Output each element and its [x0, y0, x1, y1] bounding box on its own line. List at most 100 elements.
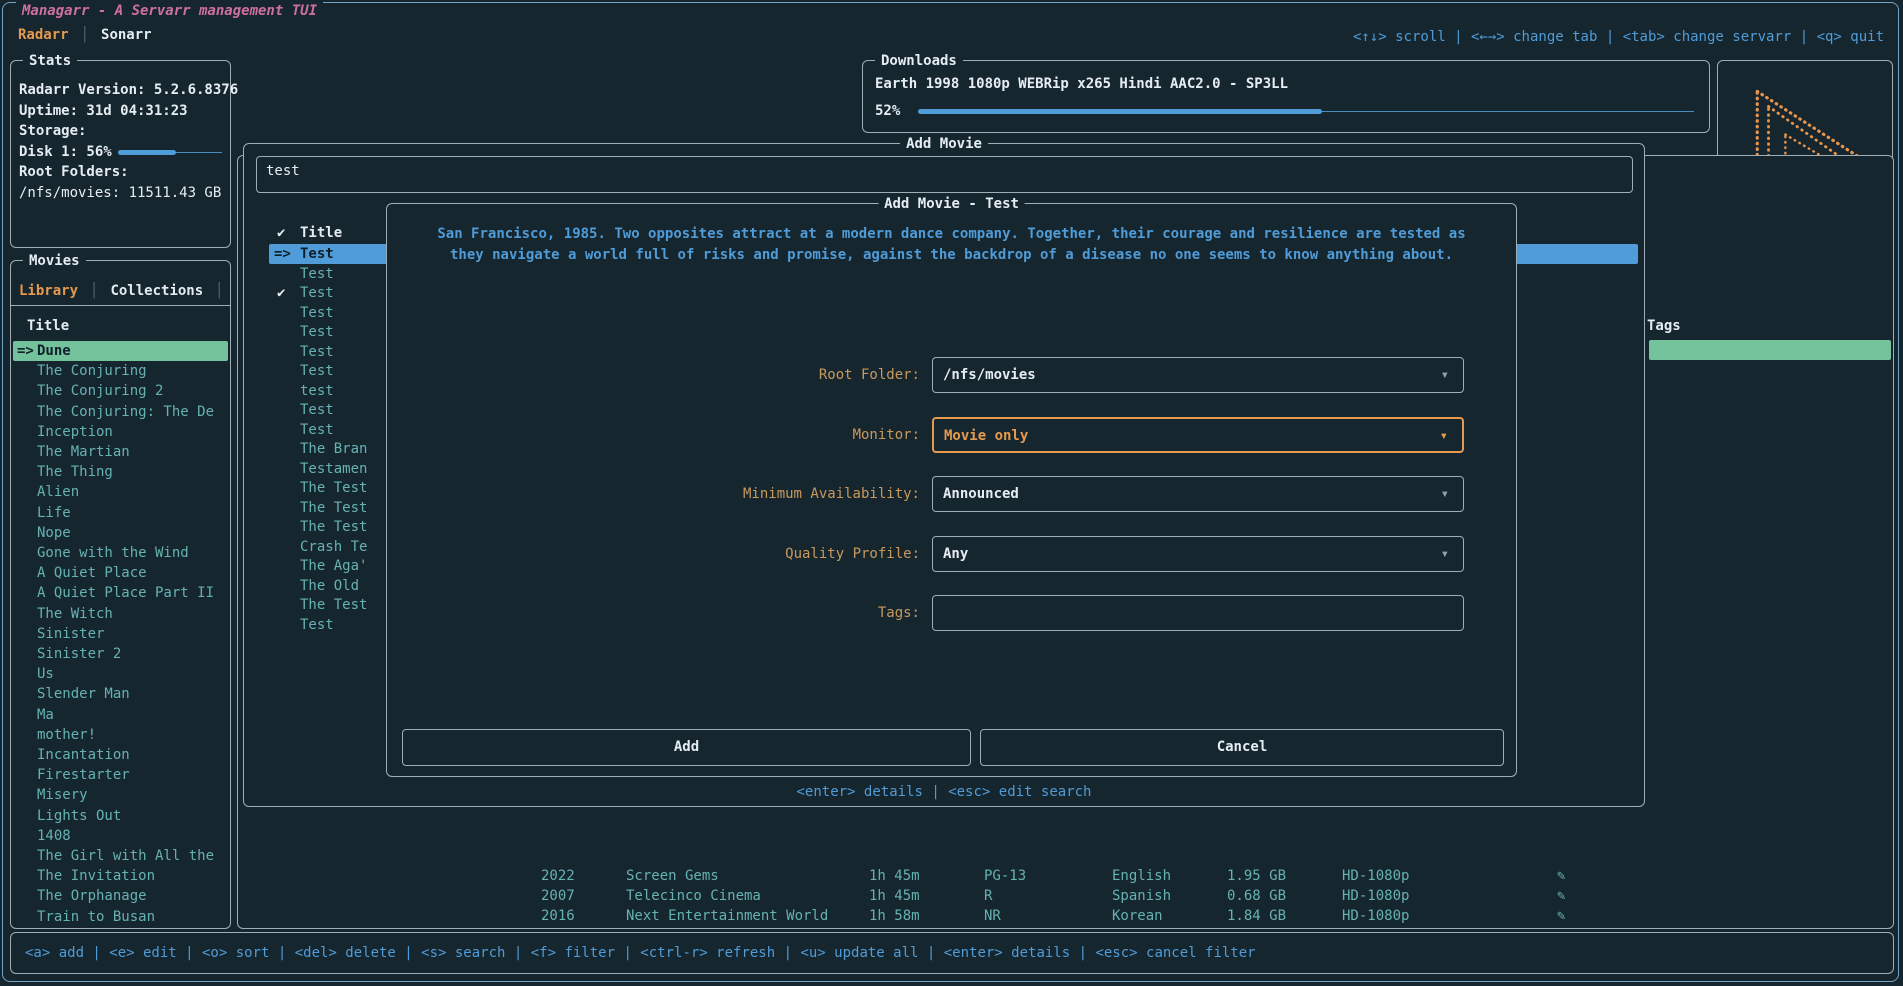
movie-list-item[interactable]: The Invitation: [13, 866, 228, 886]
tab-radarr[interactable]: Radarr: [18, 25, 69, 45]
bottom-help: <a> add | <e> edit | <o> sort | <del> de…: [25, 943, 1256, 963]
result-title: Test: [300, 400, 334, 420]
movie-list: =>DuneThe ConjuringThe Conjuring 2The Co…: [11, 261, 230, 928]
tab-separator: │: [81, 25, 89, 45]
movie-list-item[interactable]: A Quiet Place: [13, 563, 228, 583]
result-title: The Test: [300, 498, 367, 518]
movie-list-item[interactable]: Us: [13, 664, 228, 684]
pencil-icon: ✎: [1557, 866, 1565, 886]
movie-list-item[interactable]: Alien: [13, 482, 228, 502]
add-movie-help: <enter> details | <esc> edit search: [244, 782, 1644, 802]
add-button[interactable]: Add: [402, 729, 971, 766]
movie-list-item[interactable]: The Thing: [13, 462, 228, 482]
movie-list-item[interactable]: Sinister 2: [13, 644, 228, 664]
movie-list-item[interactable]: Lights Out: [13, 806, 228, 826]
movie-list-item[interactable]: The Girl with All the: [13, 846, 228, 866]
result-title: test: [300, 381, 334, 401]
cell-studio: Screen Gems: [626, 866, 719, 886]
movie-title: Nope: [37, 523, 71, 543]
movie-list-item[interactable]: The Martian: [13, 442, 228, 462]
movie-title: Incantation: [37, 745, 130, 765]
movie-list-item[interactable]: 1408: [13, 826, 228, 846]
cell-size: 0.68 GB: [1227, 886, 1286, 906]
cell-size: 1.95 GB: [1227, 866, 1286, 886]
movie-title: The Witch: [37, 604, 113, 624]
stats-version: Radarr Version: 5.2.6.8376: [19, 80, 238, 100]
check-icon: ✔: [277, 283, 285, 303]
movie-list-item[interactable]: Nope: [13, 523, 228, 543]
movie-list-item[interactable]: The Orphanage: [13, 886, 228, 906]
cell-year: 2022: [541, 866, 575, 886]
cell-studio: Next Entertainment World: [626, 906, 828, 926]
root-folder-value: /nfs/movies: 11511.43 GB: [19, 183, 221, 203]
cell-quality: HD-1080p: [1342, 906, 1409, 926]
movie-list-item[interactable]: mother!: [13, 725, 228, 745]
movies-panel: Movies Library │ Collections │ Title =>D…: [10, 260, 231, 929]
movie-title: Train to Busan: [37, 907, 155, 927]
gauge-fill: [918, 109, 1322, 114]
result-title: Test: [300, 615, 334, 635]
cell-runtime: 1h 45m: [869, 886, 920, 906]
movie-list-item[interactable]: A Quiet Place Part II: [13, 583, 228, 603]
table-row[interactable]: 2022Screen Gems1h 45mPG-13English1.95 GB…: [238, 866, 1889, 886]
result-title: Crash Te: [300, 537, 367, 557]
movie-list-item[interactable]: The Conjuring: [13, 361, 228, 381]
movie-list-item[interactable]: The Conjuring 2: [13, 381, 228, 401]
movie-list-item[interactable]: Incantation: [13, 745, 228, 765]
table-row[interactable]: 2016Next Entertainment World1h 58mNRKore…: [238, 906, 1889, 926]
movie-title: The Invitation: [37, 866, 155, 886]
result-title: The Old: [300, 576, 359, 596]
movie-title: Inception: [37, 422, 113, 442]
movie-title: Sinister: [37, 624, 104, 644]
cell-certification: R: [984, 886, 992, 906]
movie-list-item[interactable]: Slender Man: [13, 684, 228, 704]
cell-language: Spanish: [1112, 886, 1171, 906]
cell-certification: NR: [984, 906, 1001, 926]
movie-list-item[interactable]: The Witch: [13, 604, 228, 624]
movie-list-item[interactable]: Firestarter: [13, 765, 228, 785]
result-title: The Test: [300, 595, 367, 615]
result-title: The Bran: [300, 439, 367, 459]
selected-prefix-icon: =>: [17, 341, 34, 361]
movie-title: Misery: [37, 785, 88, 805]
movie-title: 1408: [37, 826, 71, 846]
tab-sonarr[interactable]: Sonarr: [101, 25, 152, 45]
cell-runtime: 1h 58m: [869, 906, 920, 926]
pencil-icon: ✎: [1557, 906, 1565, 926]
movie-title: The Conjuring 2: [37, 381, 163, 401]
movie-list-item[interactable]: Inception: [13, 422, 228, 442]
cell-runtime: 1h 45m: [869, 866, 920, 886]
movie-list-item[interactable]: Life: [13, 503, 228, 523]
movie-list-item[interactable]: The Conjuring: The De: [13, 402, 228, 422]
bottom-help-bar: <a> add | <e> edit | <o> sort | <del> de…: [10, 932, 1894, 974]
movie-list-item[interactable]: Gone with the Wind: [13, 543, 228, 563]
cancel-button[interactable]: Cancel: [980, 729, 1504, 766]
result-title: The Test: [300, 517, 367, 537]
movie-title: The Orphanage: [37, 886, 147, 906]
app-root: Managarr - A Servarr management TUI Rada…: [0, 0, 1903, 986]
movie-title: Life: [37, 503, 71, 523]
disk-usage-gauge: [118, 149, 222, 156]
movie-title: A Quiet Place Part II: [37, 583, 214, 603]
movie-title: Firestarter: [37, 765, 130, 785]
movie-list-item[interactable]: Misery: [13, 785, 228, 805]
result-title: Test: [300, 303, 334, 323]
movie-list-item[interactable]: Sinister: [13, 624, 228, 644]
movie-title: Dune: [37, 341, 71, 361]
add-movie-modal: Add Movie - Test San Francisco, 1985. Tw…: [386, 203, 1517, 777]
result-title: Test: [300, 264, 334, 284]
movie-title: Lights Out: [37, 806, 121, 826]
movie-title: Ma: [37, 705, 54, 725]
download-percent: 52%: [875, 101, 900, 121]
movie-list-item[interactable]: Train to Busan: [13, 907, 228, 927]
cell-quality: HD-1080p: [1342, 866, 1409, 886]
movie-list-item[interactable]: Ma: [13, 705, 228, 725]
movie-list-item[interactable]: =>Dune: [13, 341, 228, 361]
cell-studio: Telecinco Cinema: [626, 886, 761, 906]
stats-storage-label: Storage:: [19, 121, 86, 141]
movie-title: The Conjuring: [37, 361, 147, 381]
table-row[interactable]: 2007Telecinco Cinema1h 45mRSpanish0.68 G…: [238, 886, 1889, 906]
downloads-panel: Downloads Earth 1998 1080p WEBRip x265 H…: [862, 60, 1710, 133]
download-progress: [918, 108, 1694, 115]
selected-prefix-icon: =>: [274, 244, 291, 264]
